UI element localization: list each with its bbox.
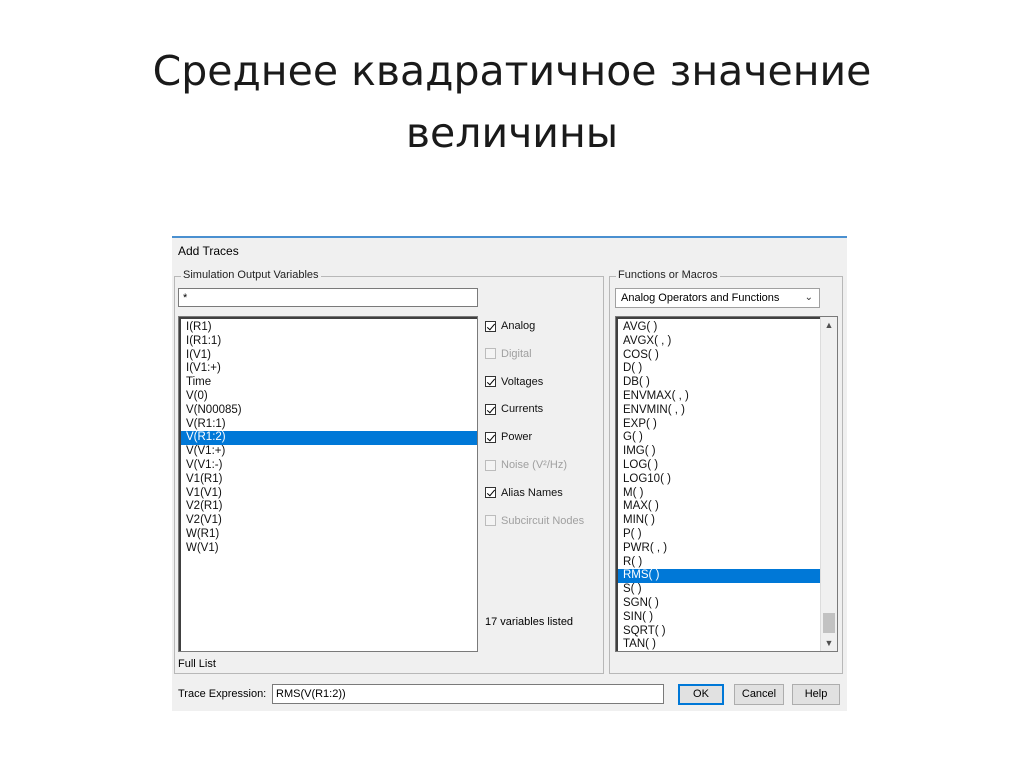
function-list-item[interactable]: SGN( ) xyxy=(618,597,820,611)
checkbox-unchecked-icon xyxy=(485,459,496,471)
function-list-item[interactable]: LOG( ) xyxy=(618,459,820,473)
checkbox-row[interactable]: Alias Names xyxy=(485,485,605,501)
slide-title: Среднее квадратичное значение величины xyxy=(40,40,984,164)
variable-list-item[interactable]: V(0) xyxy=(181,390,477,404)
function-list-item[interactable]: IMG( ) xyxy=(618,445,820,459)
checkbox-label: Subcircuit Nodes xyxy=(501,514,585,527)
function-list-item[interactable]: ENVMAX( , ) xyxy=(618,390,820,404)
function-list-item[interactable]: EXP( ) xyxy=(618,418,820,432)
checkbox-label: Power xyxy=(501,431,533,444)
checkbox-label: Analog xyxy=(501,320,536,332)
variable-list-item[interactable]: I(R1:1) xyxy=(181,335,477,349)
variable-list-item[interactable]: V(N00085) xyxy=(181,404,477,418)
slide-title-line-2: величины xyxy=(405,109,619,157)
function-list-item[interactable]: PWR( , ) xyxy=(618,542,820,556)
function-list-item[interactable]: RMS( ) xyxy=(618,569,820,584)
variable-list-item[interactable]: V(V1:-) xyxy=(181,459,477,473)
variable-list-item[interactable]: V(V1:+) xyxy=(181,445,477,459)
checkbox-checked-icon[interactable] xyxy=(485,376,496,388)
variable-list-item[interactable]: I(R1) xyxy=(181,321,477,335)
function-list-item[interactable]: DB( ) xyxy=(618,376,820,390)
checkbox-checked-icon[interactable] xyxy=(485,403,496,415)
functions-group-label: Functions or Macros xyxy=(616,269,720,281)
variables-count: 17 variables listed xyxy=(485,616,574,628)
chevron-down-icon: ⌄ xyxy=(804,292,813,303)
functions-category-select[interactable]: Analog Operators and Functions ⌄ xyxy=(615,288,820,308)
trace-expression-label: Trace Expression: xyxy=(178,688,267,700)
checkbox-label: Digital xyxy=(501,347,532,360)
variable-list-item[interactable]: W(V1) xyxy=(181,542,477,556)
cancel-button[interactable]: Cancel xyxy=(734,684,784,705)
variable-list-item[interactable]: W(R1) xyxy=(181,528,477,542)
checkbox-unchecked-icon xyxy=(485,515,496,527)
slide-title-line-1: Среднее квадратичное значение xyxy=(152,47,872,95)
trace-expression-input[interactable] xyxy=(272,684,664,704)
variables-listbox[interactable]: I(R1) I(R1:1) I(V1) I(V1:+) Time V(0) V(N00085… xyxy=(178,316,478,652)
function-list-item[interactable]: LOG10( ) xyxy=(618,473,820,487)
scroll-down-icon[interactable]: ▼ xyxy=(821,635,837,651)
checkbox-row: Digital xyxy=(485,346,605,362)
scrollbar-thumb[interactable] xyxy=(823,613,835,633)
function-list-item[interactable]: AVGX( , ) xyxy=(618,335,820,349)
checkbox-row[interactable]: Currents xyxy=(485,401,605,417)
checkbox-label: Currents xyxy=(501,403,544,416)
variable-list-item[interactable]: V(R1:1) xyxy=(181,418,477,432)
variable-filter-input[interactable] xyxy=(178,288,478,307)
checkbox-unchecked-icon xyxy=(485,348,496,360)
variable-list-item[interactable]: V1(V1) xyxy=(181,487,477,501)
function-list-item[interactable]: ENVMIN( , ) xyxy=(618,404,820,418)
variable-list-item[interactable]: V2(R1) xyxy=(181,500,477,514)
scroll-up-icon[interactable]: ▲ xyxy=(821,317,837,333)
functions-category-value: Analog Operators and Functions xyxy=(621,292,780,304)
function-list-item[interactable]: R( ) xyxy=(618,556,820,570)
checkbox-label: Noise (V²/Hz) xyxy=(501,459,568,471)
functions-listbox[interactable]: AVG( ) AVGX( , ) COS( ) D( ) DB( ) ENVMAX( , … xyxy=(615,316,838,652)
variable-list-item[interactable]: V2(V1) xyxy=(181,514,477,528)
variable-list-item[interactable]: V(R1:2) xyxy=(181,431,477,446)
checkbox-label: Alias Names xyxy=(501,486,563,499)
variable-list-item[interactable]: I(V1:+) xyxy=(181,362,477,376)
ok-button[interactable]: OK xyxy=(678,684,724,705)
function-list-item[interactable]: D( ) xyxy=(618,362,820,376)
function-list-item[interactable]: MAX( ) xyxy=(618,500,820,514)
checkbox-row: Noise (V²/Hz) xyxy=(485,457,605,473)
variable-list-item[interactable]: V1(R1) xyxy=(181,473,477,487)
function-list-item[interactable]: M( ) xyxy=(618,487,820,501)
checkbox-label: Voltages xyxy=(501,375,544,388)
function-list-item[interactable]: SQRT( ) xyxy=(618,625,820,639)
function-list-item[interactable]: S( ) xyxy=(618,583,820,597)
checkbox-row: Subcircuit Nodes xyxy=(485,513,605,529)
dialog-title: Add Traces xyxy=(178,244,239,258)
function-list-item[interactable]: P( ) xyxy=(618,528,820,542)
functions-scrollbar[interactable]: ▲ ▼ xyxy=(820,317,837,651)
simulation-output-group-label: Simulation Output Variables xyxy=(181,269,321,281)
function-list-item[interactable]: SIN( ) xyxy=(618,611,820,625)
checkbox-checked-icon[interactable] xyxy=(485,487,496,499)
full-list-label: Full List xyxy=(178,658,216,670)
checkbox-row[interactable]: Analog xyxy=(485,318,605,334)
function-list-item[interactable]: COS( ) xyxy=(618,349,820,363)
function-list-item[interactable]: TAN( ) xyxy=(618,638,820,651)
checkbox-row[interactable]: Power xyxy=(485,429,605,445)
add-traces-dialog: Add Traces Simulation Output Variables I… xyxy=(172,236,847,711)
checkbox-checked-icon[interactable] xyxy=(485,320,496,332)
function-list-item[interactable]: AVG( ) xyxy=(618,321,820,335)
checkbox-row[interactable]: Voltages xyxy=(485,374,605,390)
variable-list-item[interactable]: I(V1) xyxy=(181,349,477,363)
variable-list-item[interactable]: Time xyxy=(181,376,477,390)
checkbox-checked-icon[interactable] xyxy=(485,431,496,443)
function-list-item[interactable]: G( ) xyxy=(618,431,820,445)
help-button[interactable]: Help xyxy=(792,684,840,705)
function-list-item[interactable]: MIN( ) xyxy=(618,514,820,528)
